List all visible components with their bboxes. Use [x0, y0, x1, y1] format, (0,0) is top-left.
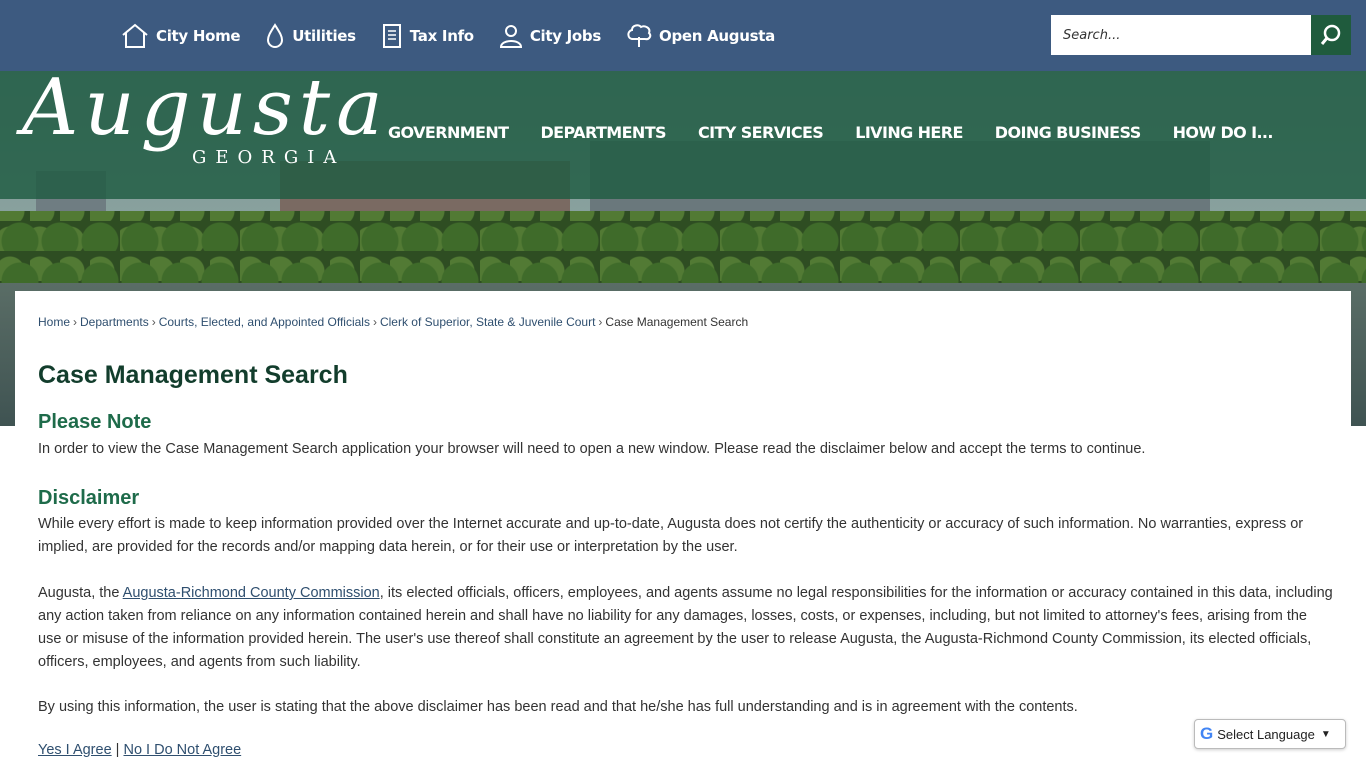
main-nav: GOVERNMENT DEPARTMENTS CITY SERVICES LIV… — [372, 71, 1289, 193]
util-link-city-jobs[interactable]: City Jobs — [498, 23, 601, 49]
disclaimer-paragraph-2: Augusta, the Augusta-Richmond County Com… — [38, 582, 1333, 674]
disclaimer-heading: Disclaimer — [38, 487, 140, 509]
breadcrumb: Home › Departments › Courts, Elected, and Ap… — [38, 315, 748, 329]
breadcrumb-clerk[interactable]: Clerk of Superior, State & Juvenile Cour… — [380, 315, 595, 329]
logo-subtitle: GEORGIA — [192, 147, 346, 168]
logo-script: Augusta — [22, 71, 389, 153]
disagree-link[interactable]: No I Do Not Agree — [123, 742, 241, 758]
util-link-label: Tax Info — [409, 26, 474, 45]
please-note-text: In order to view the Case Management Sea… — [38, 441, 1146, 457]
language-select-label: Select Language — [1217, 726, 1315, 742]
util-link-label: City Jobs — [529, 26, 601, 45]
google-icon: G — [1200, 724, 1214, 743]
content-panel: Home › Departments › Courts, Elected, and Ap… — [15, 291, 1351, 768]
nav-overlay: Augusta GEORGIA GOVERNMENT DEPARTMENTS C… — [0, 71, 1366, 199]
util-link-city-home[interactable]: City Home — [120, 23, 241, 49]
util-link-tax-info[interactable]: Tax Info — [380, 23, 474, 49]
breadcrumb-separator: › — [151, 315, 156, 329]
agree-link[interactable]: Yes I Agree — [38, 742, 112, 758]
utility-bar: City Home Utilities Tax Info City Jobs O… — [0, 0, 1366, 71]
search-button[interactable] — [1311, 15, 1351, 55]
breadcrumb-separator: › — [372, 315, 377, 329]
nav-departments[interactable]: DEPARTMENTS — [525, 123, 682, 142]
nav-living-here[interactable]: LIVING HERE — [839, 123, 979, 142]
util-link-label: Utilities — [292, 26, 356, 45]
nav-how-do-i[interactable]: HOW DO I... — [1157, 123, 1289, 142]
tree-icon — [627, 23, 652, 47]
nav-doing-business[interactable]: DOING BUSINESS — [979, 123, 1157, 142]
agreement-links: Yes I Agree | No I Do Not Agree — [38, 742, 241, 758]
disclaimer-paragraph-3: By using this information, the user is s… — [38, 699, 1078, 715]
augusta-logo[interactable]: Augusta GEORGIA — [22, 71, 383, 193]
util-link-utilities[interactable]: Utilities — [264, 22, 356, 49]
search-input[interactable] — [1051, 15, 1311, 55]
breadcrumb-current: Case Management Search — [605, 315, 749, 329]
language-select[interactable]: G Select Language ▼ — [1194, 719, 1346, 749]
nav-city-services[interactable]: CITY SERVICES — [682, 123, 839, 142]
utility-links: City Home Utilities Tax Info City Jobs O… — [120, 0, 799, 71]
breadcrumb-departments[interactable]: Departments — [80, 315, 149, 329]
search-icon — [1320, 24, 1341, 45]
disclaimer-paragraph-1: While every effort is made to keep infor… — [38, 516, 1304, 555]
document-icon — [382, 23, 401, 48]
util-link-label: City Home — [156, 26, 241, 45]
util-link-label: Open Augusta — [659, 26, 775, 45]
home-icon — [122, 23, 148, 48]
breadcrumb-courts[interactable]: Courts, Elected, and Appointed Officials — [159, 315, 370, 329]
nav-government[interactable]: GOVERNMENT — [372, 123, 525, 142]
agree-separator: | — [115, 742, 120, 758]
water-drop-icon — [267, 22, 284, 48]
person-icon — [499, 24, 522, 48]
breadcrumb-separator: › — [598, 315, 603, 329]
util-link-open-augusta[interactable]: Open Augusta — [625, 23, 775, 49]
breadcrumb-separator: › — [73, 315, 78, 329]
treeline-image — [0, 211, 1366, 291]
chevron-down-icon: ▼ — [1320, 728, 1331, 740]
commission-link[interactable]: Augusta-Richmond County Commission — [123, 585, 380, 601]
page-title: Case Management Search — [38, 361, 348, 389]
disclaimer-text: Augusta, the — [38, 585, 123, 601]
please-note-heading: Please Note — [38, 411, 152, 433]
breadcrumb-home[interactable]: Home — [38, 315, 70, 329]
